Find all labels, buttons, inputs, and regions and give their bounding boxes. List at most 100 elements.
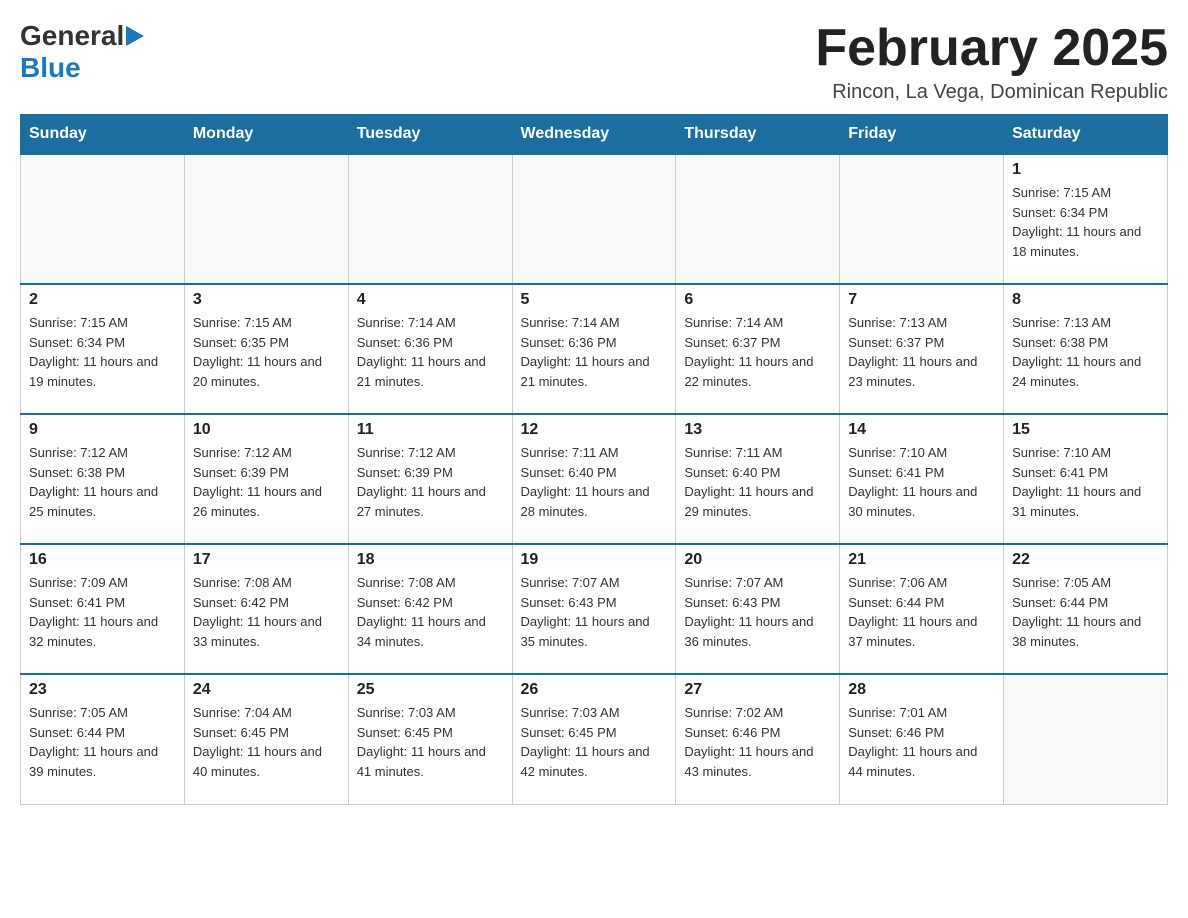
calendar-cell-3-5: 21 Sunrise: 7:06 AMSunset: 6:44 PMDayligh… <box>840 544 1004 674</box>
day-info: Sunrise: 7:06 AMSunset: 6:44 PMDaylight:… <box>848 573 995 651</box>
calendar-cell-1-4: 6 Sunrise: 7:14 AMSunset: 6:37 PMDaylight… <box>676 284 840 414</box>
day-info: Sunrise: 7:14 AMSunset: 6:37 PMDaylight:… <box>684 313 831 391</box>
week-row-4: 16 Sunrise: 7:09 AMSunset: 6:41 PMDayligh… <box>21 544 1168 674</box>
day-info: Sunrise: 7:05 AMSunset: 6:44 PMDaylight:… <box>29 703 176 781</box>
calendar-cell-2-1: 10Sunrise: 7:12 AMSunset: 6:39 PMDayligh… <box>184 414 348 544</box>
day-number: 17 <box>193 551 340 569</box>
calendar-cell-0-4 <box>676 154 840 284</box>
header-tuesday: Tuesday <box>348 115 512 155</box>
week-row-2: 2 Sunrise: 7:15 AMSunset: 6:34 PMDaylight… <box>21 284 1168 414</box>
day-info: Sunrise: 7:13 AMSunset: 6:38 PMDaylight:… <box>1012 313 1159 391</box>
day-number: 5 <box>521 291 668 309</box>
calendar-cell-2-6: 15Sunrise: 7:10 AMSunset: 6:41 PMDayligh… <box>1004 414 1168 544</box>
day-number: 4 <box>357 291 504 309</box>
day-number: 9 <box>29 421 176 439</box>
day-info: Sunrise: 7:07 AMSunset: 6:43 PMDaylight:… <box>684 573 831 651</box>
calendar-header: SundayMondayTuesdayWednesdayThursdayFrid… <box>21 115 1168 155</box>
day-info: Sunrise: 7:14 AMSunset: 6:36 PMDaylight:… <box>521 313 668 391</box>
logo: General Blue <box>20 20 144 84</box>
day-number: 20 <box>684 551 831 569</box>
day-number: 1 <box>1012 161 1159 179</box>
day-number: 22 <box>1012 551 1159 569</box>
day-info: Sunrise: 7:14 AMSunset: 6:36 PMDaylight:… <box>357 313 504 391</box>
page-header: General Blue February 2025 Rincon, La Ve… <box>20 20 1168 104</box>
main-title: February 2025 <box>815 20 1168 77</box>
calendar-cell-0-1 <box>184 154 348 284</box>
day-info: Sunrise: 7:03 AMSunset: 6:45 PMDaylight:… <box>521 703 668 781</box>
day-info: Sunrise: 7:15 AMSunset: 6:34 PMDaylight:… <box>29 313 176 391</box>
day-number: 2 <box>29 291 176 309</box>
day-number: 7 <box>848 291 995 309</box>
calendar-cell-3-2: 18 Sunrise: 7:08 AMSunset: 6:42 PMDayligh… <box>348 544 512 674</box>
day-info: Sunrise: 7:10 AMSunset: 6:41 PMDaylight:… <box>1012 443 1159 521</box>
calendar-cell-1-1: 3 Sunrise: 7:15 AMSunset: 6:35 PMDaylight… <box>184 284 348 414</box>
header-saturday: Saturday <box>1004 115 1168 155</box>
calendar-cell-0-6: 1 Sunrise: 7:15 AMSunset: 6:34 PMDaylight… <box>1004 154 1168 284</box>
day-number: 19 <box>521 551 668 569</box>
day-info: Sunrise: 7:12 AMSunset: 6:39 PMDaylight:… <box>357 443 504 521</box>
day-number: 21 <box>848 551 995 569</box>
logo-arrow-icon <box>126 26 144 46</box>
calendar-cell-3-3: 19 Sunrise: 7:07 AMSunset: 6:43 PMDayligh… <box>512 544 676 674</box>
day-info: Sunrise: 7:05 AMSunset: 6:44 PMDaylight:… <box>1012 573 1159 651</box>
calendar-cell-1-5: 7 Sunrise: 7:13 AMSunset: 6:37 PMDaylight… <box>840 284 1004 414</box>
day-info: Sunrise: 7:15 AMSunset: 6:34 PMDaylight:… <box>1012 183 1159 261</box>
calendar-header-row: SundayMondayTuesdayWednesdayThursdayFrid… <box>21 115 1168 155</box>
day-number: 18 <box>357 551 504 569</box>
calendar-cell-1-2: 4 Sunrise: 7:14 AMSunset: 6:36 PMDaylight… <box>348 284 512 414</box>
day-number: 24 <box>193 681 340 699</box>
calendar-cell-2-2: 11 Sunrise: 7:12 AMSunset: 6:39 PMDayligh… <box>348 414 512 544</box>
header-sunday: Sunday <box>21 115 185 155</box>
day-number: 14 <box>848 421 995 439</box>
day-number: 25 <box>357 681 504 699</box>
logo-general-text: General <box>20 20 124 52</box>
header-monday: Monday <box>184 115 348 155</box>
calendar-cell-1-6: 8 Sunrise: 7:13 AMSunset: 6:38 PMDaylight… <box>1004 284 1168 414</box>
calendar-cell-0-2 <box>348 154 512 284</box>
day-number: 10 <box>193 421 340 439</box>
calendar-cell-2-5: 14 Sunrise: 7:10 AMSunset: 6:41 PMDayligh… <box>840 414 1004 544</box>
header-wednesday: Wednesday <box>512 115 676 155</box>
title-section: February 2025 Rincon, La Vega, Dominican… <box>815 20 1168 104</box>
day-info: Sunrise: 7:07 AMSunset: 6:43 PMDaylight:… <box>521 573 668 651</box>
day-number: 11 <box>357 421 504 439</box>
day-info: Sunrise: 7:15 AMSunset: 6:35 PMDaylight:… <box>193 313 340 391</box>
calendar-cell-4-6 <box>1004 674 1168 804</box>
calendar-cell-4-1: 24 Sunrise: 7:04 AMSunset: 6:45 PMDayligh… <box>184 674 348 804</box>
header-thursday: Thursday <box>676 115 840 155</box>
subtitle: Rincon, La Vega, Dominican Republic <box>815 81 1168 104</box>
day-info: Sunrise: 7:10 AMSunset: 6:41 PMDaylight:… <box>848 443 995 521</box>
calendar-table: SundayMondayTuesdayWednesdayThursdayFrid… <box>20 114 1168 805</box>
day-info: Sunrise: 7:11 AMSunset: 6:40 PMDaylight:… <box>684 443 831 521</box>
calendar-cell-4-3: 26 Sunrise: 7:03 AMSunset: 6:45 PMDayligh… <box>512 674 676 804</box>
week-row-5: 23 Sunrise: 7:05 AMSunset: 6:44 PMDayligh… <box>21 674 1168 804</box>
calendar-cell-1-3: 5 Sunrise: 7:14 AMSunset: 6:36 PMDaylight… <box>512 284 676 414</box>
calendar-cell-4-4: 27Sunrise: 7:02 AMSunset: 6:46 PMDayligh… <box>676 674 840 804</box>
day-number: 26 <box>521 681 668 699</box>
week-row-1: 1 Sunrise: 7:15 AMSunset: 6:34 PMDaylight… <box>21 154 1168 284</box>
day-info: Sunrise: 7:08 AMSunset: 6:42 PMDaylight:… <box>357 573 504 651</box>
day-info: Sunrise: 7:13 AMSunset: 6:37 PMDaylight:… <box>848 313 995 391</box>
calendar-cell-4-2: 25Sunrise: 7:03 AMSunset: 6:45 PMDayligh… <box>348 674 512 804</box>
calendar-cell-3-6: 22 Sunrise: 7:05 AMSunset: 6:44 PMDayligh… <box>1004 544 1168 674</box>
calendar-cell-2-4: 13Sunrise: 7:11 AMSunset: 6:40 PMDayligh… <box>676 414 840 544</box>
calendar-cell-4-0: 23 Sunrise: 7:05 AMSunset: 6:44 PMDayligh… <box>21 674 185 804</box>
calendar-cell-3-1: 17 Sunrise: 7:08 AMSunset: 6:42 PMDayligh… <box>184 544 348 674</box>
day-info: Sunrise: 7:02 AMSunset: 6:46 PMDaylight:… <box>684 703 831 781</box>
calendar-cell-1-0: 2 Sunrise: 7:15 AMSunset: 6:34 PMDaylight… <box>21 284 185 414</box>
calendar-cell-3-4: 20 Sunrise: 7:07 AMSunset: 6:43 PMDayligh… <box>676 544 840 674</box>
calendar-cell-3-0: 16 Sunrise: 7:09 AMSunset: 6:41 PMDayligh… <box>21 544 185 674</box>
day-number: 16 <box>29 551 176 569</box>
day-number: 23 <box>29 681 176 699</box>
calendar-cell-0-0 <box>21 154 185 284</box>
day-info: Sunrise: 7:04 AMSunset: 6:45 PMDaylight:… <box>193 703 340 781</box>
day-number: 3 <box>193 291 340 309</box>
week-row-3: 9Sunrise: 7:12 AMSunset: 6:38 PMDaylight… <box>21 414 1168 544</box>
header-friday: Friday <box>840 115 1004 155</box>
day-info: Sunrise: 7:08 AMSunset: 6:42 PMDaylight:… <box>193 573 340 651</box>
day-number: 8 <box>1012 291 1159 309</box>
day-info: Sunrise: 7:09 AMSunset: 6:41 PMDaylight:… <box>29 573 176 651</box>
day-number: 6 <box>684 291 831 309</box>
calendar-cell-0-5 <box>840 154 1004 284</box>
calendar-cell-2-3: 12Sunrise: 7:11 AMSunset: 6:40 PMDayligh… <box>512 414 676 544</box>
